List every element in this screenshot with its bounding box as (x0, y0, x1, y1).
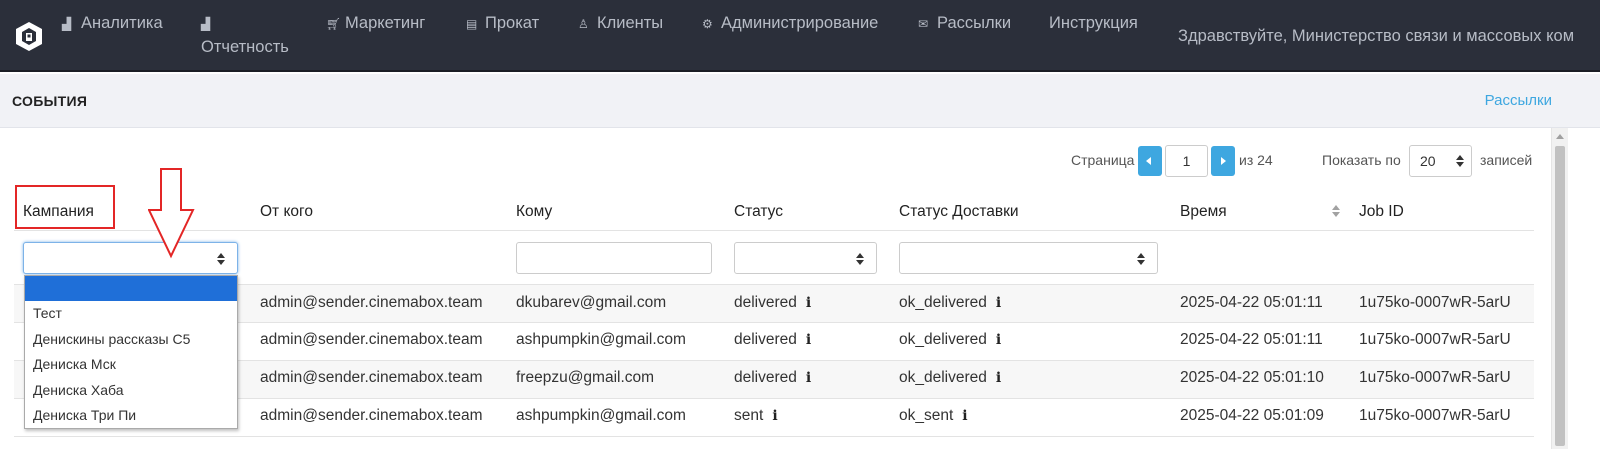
cell-delivery-status: ok_delivered i (899, 331, 1002, 348)
cell-job-id: 1u75ko-0007wR-5arU (1359, 369, 1511, 386)
page-title: СОБЫТИЯ (12, 93, 88, 109)
scroll-up-icon[interactable] (1556, 134, 1564, 139)
divider (14, 398, 1534, 399)
nav-reports[interactable]: ▟ (201, 14, 220, 33)
cell-from: admin@sender.cinemabox.team (260, 369, 483, 386)
select-arrows-icon (217, 253, 225, 265)
cell-status: delivered i (734, 331, 812, 348)
annotation-arrow-down-icon (148, 168, 195, 259)
cell-job-id: 1u75ko-0007wR-5arU (1359, 331, 1511, 348)
info-icon[interactable]: i (806, 332, 811, 348)
cell-job-id: 1u75ko-0007wR-5arU (1359, 294, 1511, 311)
cell-time: 2025-04-22 05:01:10 (1180, 369, 1324, 386)
scrollbar-thumb[interactable] (1555, 146, 1565, 446)
info-icon[interactable]: i (772, 408, 777, 424)
cell-status: delivered i (734, 369, 812, 386)
show-per-page-label: Показать по (1322, 152, 1401, 168)
nav-instructions[interactable]: Инструкция (1049, 14, 1138, 33)
cell-to: ashpumpkin@gmail.com (516, 331, 686, 348)
nav-marketing[interactable]: 🛒︎ Маркетинг (326, 14, 425, 33)
cell-time: 2025-04-22 05:01:09 (1180, 407, 1324, 424)
info-icon[interactable]: i (996, 370, 1001, 386)
chevron-left-icon (1146, 157, 1151, 165)
nav-clients[interactable]: ♙ Клиенты (578, 14, 663, 33)
cell-delivery-status: ok_delivered i (899, 369, 1002, 386)
info-icon[interactable]: i (962, 408, 967, 424)
cell-from: admin@sender.cinemabox.team (260, 407, 483, 424)
cell-to: dkubarev@gmail.com (516, 294, 667, 311)
per-page-select[interactable]: 20 (1409, 145, 1472, 177)
page-total-label: из 24 (1239, 152, 1273, 168)
cell-to: ashpumpkin@gmail.com (516, 407, 686, 424)
page-label: Страница (1071, 152, 1135, 168)
nav-mailings[interactable]: ✉ Рассылки (918, 14, 1011, 33)
column-header-status[interactable]: Статус (734, 203, 783, 221)
cell-time: 2025-04-22 05:01:11 (1180, 294, 1323, 311)
top-navbar: ▟ Аналитика ▟ Отчетность 🛒︎ Маркетинг ▤ Про… (0, 0, 1600, 72)
info-icon[interactable]: i (806, 295, 811, 311)
column-header-from[interactable]: От кого (260, 203, 313, 221)
chevron-right-icon (1221, 157, 1226, 165)
dropdown-option[interactable]: Тест (25, 301, 237, 326)
info-icon[interactable]: i (996, 332, 1001, 348)
cell-from: admin@sender.cinemabox.team (260, 331, 483, 348)
dropdown-option[interactable]: Дениска Три Пи (25, 403, 237, 428)
cell-job-id: 1u75ko-0007wR-5arU (1359, 407, 1511, 424)
sort-icon[interactable] (1332, 205, 1340, 217)
column-header-delivery-status[interactable]: Статус Доставки (899, 203, 1019, 221)
user-icon: ♙ (578, 17, 589, 31)
bar-chart-icon: ▟ (62, 17, 72, 31)
info-icon[interactable]: i (806, 370, 811, 386)
divider (14, 360, 1534, 361)
user-greeting[interactable]: Здравствуйте, Министерство связи и массо… (1178, 27, 1574, 46)
prev-page-button[interactable] (1138, 146, 1162, 176)
bar-chart-icon: ▟ (201, 17, 211, 31)
cell-status: delivered i (734, 294, 812, 311)
nav-rental[interactable]: ▤ Прокат (466, 14, 539, 33)
column-header-time[interactable]: Время (1180, 203, 1227, 221)
status-filter-select[interactable] (734, 242, 877, 274)
delivery-status-filter-select[interactable] (899, 242, 1158, 274)
divider (14, 230, 1534, 231)
campaign-dropdown-list[interactable]: Тест Денискины рассказы С5 Дениска Мск Д… (24, 275, 238, 429)
to-filter-input[interactable] (516, 242, 712, 274)
cogs-icon: ⚙ (702, 17, 713, 31)
info-icon[interactable]: i (996, 295, 1001, 311)
nav-reports-label[interactable]: Отчетность (201, 38, 289, 57)
cell-to: freepzu@gmail.com (516, 369, 655, 386)
dropdown-option[interactable]: Дениска Хаба (25, 378, 237, 403)
dropdown-option[interactable]: Денискины рассказы С5 (25, 327, 237, 352)
divider (14, 322, 1534, 323)
page-header: СОБЫТИЯ Рассылки (0, 74, 1600, 128)
film-icon: ▤ (466, 17, 478, 31)
records-label: записей (1480, 152, 1533, 168)
cell-delivery-status: ok_sent i (899, 407, 968, 424)
select-arrows-icon (1137, 253, 1145, 265)
vertical-scrollbar[interactable] (1551, 128, 1568, 449)
select-arrows-icon (1456, 155, 1464, 167)
cell-delivery-status: ok_delivered i (899, 294, 1002, 311)
dropdown-option-empty[interactable] (25, 276, 237, 302)
campaign-filter-select[interactable] (23, 242, 238, 274)
envelope-icon: ✉ (918, 17, 929, 31)
annotation-highlight-box (15, 185, 115, 229)
select-arrows-icon (856, 253, 864, 265)
next-page-button[interactable] (1211, 146, 1235, 176)
divider (14, 436, 1534, 437)
nav-administration[interactable]: ⚙ Администрирование (702, 14, 878, 33)
dropdown-option[interactable]: Дениска Мск (25, 352, 237, 377)
breadcrumb-mailings-link[interactable]: Рассылки (1485, 92, 1552, 109)
cell-time: 2025-04-22 05:01:11 (1180, 331, 1323, 348)
per-page-value: 20 (1420, 153, 1436, 169)
page-number-input[interactable] (1165, 145, 1208, 177)
cell-status: sent i (734, 407, 778, 424)
cell-from: admin@sender.cinemabox.team (260, 294, 483, 311)
cart-icon: 🛒︎ (326, 17, 342, 31)
logo-icon[interactable] (14, 20, 44, 52)
column-header-job-id[interactable]: Job ID (1359, 203, 1404, 221)
nav-analytics[interactable]: ▟ Аналитика (62, 14, 163, 33)
column-header-to[interactable]: Кому (516, 203, 552, 221)
